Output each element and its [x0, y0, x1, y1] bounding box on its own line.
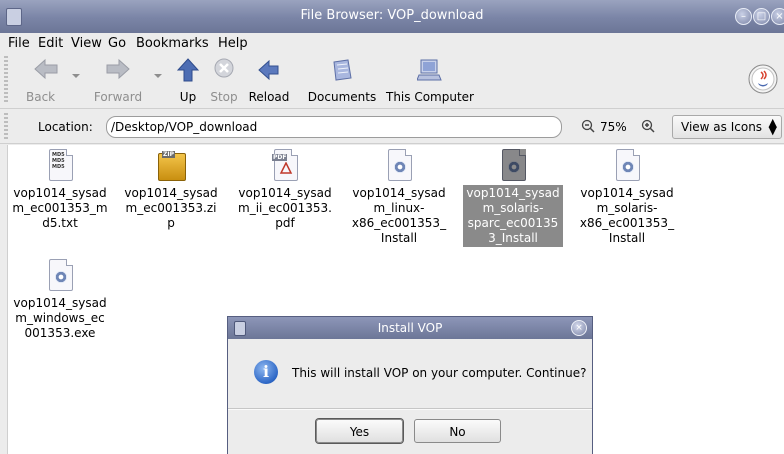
close-icon[interactable]: ×	[771, 8, 784, 25]
no-button[interactable]: No	[414, 419, 501, 443]
file-name: vop1014_sysad m_windows_ec 001353.exe	[13, 296, 107, 340]
stop-label: Stop	[210, 90, 238, 104]
menu-file[interactable]: File	[8, 36, 30, 51]
toolbar: Back Forward Up Stop Reload Documents Th…	[0, 52, 784, 109]
forward-arrow-icon	[106, 58, 130, 80]
documents-label: Documents	[307, 90, 377, 104]
pdf-file-icon: PDF	[270, 149, 300, 183]
window-titlebar[interactable]: File Browser: VOP_download – □ ×	[0, 0, 784, 33]
menu-bookmarks[interactable]: Bookmarks	[136, 36, 209, 51]
location-bar-grip[interactable]	[4, 113, 8, 139]
java-throbber-icon	[748, 64, 778, 94]
reload-label: Reload	[248, 90, 290, 104]
file-name: vop1014_sysad m_solaris- sparc_ec00135 3…	[463, 185, 563, 247]
text-file-icon: MD5 MD5 MD5	[45, 149, 75, 183]
back-history-dropdown-icon[interactable]	[72, 74, 80, 78]
reload-button[interactable]: Reload	[244, 52, 294, 108]
reload-icon	[258, 59, 279, 81]
file-item[interactable]: MD5 MD5 MD5 vop1014_sysad m_ec001353_m d5.…	[6, 145, 114, 232]
file-name: vop1014_sysad m_solaris- x86_ec001353_ I…	[579, 186, 675, 245]
computer-icon	[417, 59, 442, 81]
location-input[interactable]	[106, 116, 562, 138]
zip-archive-icon: ZIP	[156, 149, 186, 183]
updown-arrows-icon: ▲ ▼	[768, 116, 777, 137]
dialog-separator	[228, 408, 592, 410]
maximize-icon[interactable]: □	[753, 8, 770, 25]
location-bar: Location: 75% View as Icons ▲▼	[0, 109, 784, 144]
forward-history-dropdown-icon[interactable]	[154, 74, 162, 78]
forward-label: Forward	[93, 90, 143, 104]
file-name: vop1014_sysad m_linux- x86_ec001353_ Ins…	[351, 186, 447, 245]
file-name: vop1014_sysad m_ii_ec001353. pdf	[238, 186, 332, 230]
zoom-out-icon[interactable]	[581, 119, 595, 133]
menu-edit[interactable]: Edit	[38, 36, 63, 51]
dialog-message: This will install VOP on your computer. …	[292, 366, 587, 380]
view-mode-label: View as Icons	[681, 120, 763, 134]
stop-icon	[214, 58, 234, 78]
installer-file-icon	[384, 149, 414, 183]
file-item[interactable]: vop1014_sysad m_windows_ec 001353.exe	[6, 255, 114, 342]
file-item[interactable]: vop1014_sysad m_linux- x86_ec001353_ Ins…	[345, 145, 453, 247]
forward-button[interactable]: Forward	[86, 52, 150, 108]
file-browser-window: File Browser: VOP_download – □ × File Ed…	[0, 0, 784, 454]
file-item-selected[interactable]: vop1014_sysad m_solaris- sparc_ec00135 3…	[459, 145, 567, 247]
back-arrow-icon	[34, 58, 58, 80]
dialog-titlebar[interactable]: Install VOP ×	[228, 317, 592, 339]
zoom-in-icon[interactable]	[641, 119, 655, 133]
up-label: Up	[179, 90, 197, 104]
view-mode-select[interactable]: View as Icons ▲ ▼	[672, 115, 782, 139]
window-title: File Browser: VOP_download	[300, 8, 484, 23]
zoom-level[interactable]: 75%	[600, 120, 627, 134]
dialog-title: Install VOP	[377, 321, 443, 335]
installer-file-icon	[498, 149, 528, 183]
yes-button[interactable]: Yes	[316, 419, 403, 443]
menu-go[interactable]: Go	[108, 36, 126, 51]
location-label: Location:	[38, 120, 93, 134]
minimize-icon[interactable]: –	[735, 8, 752, 25]
menubar: File Edit View Go Bookmarks Help	[0, 33, 784, 52]
menu-view[interactable]: View	[71, 36, 102, 51]
dialog-close-icon[interactable]: ×	[571, 320, 587, 336]
up-arrow-icon	[177, 58, 199, 82]
file-item[interactable]: vop1014_sysad m_solaris- x86_ec001353_ I…	[573, 145, 681, 247]
back-button[interactable]: Back	[18, 52, 74, 108]
back-label: Back	[26, 90, 56, 104]
file-name: vop1014_sysad m_ec001353_m d5.txt	[12, 186, 108, 230]
file-name: vop1014_sysad m_ec001353.zi p	[124, 186, 218, 230]
file-item[interactable]: PDF vop1014_sysad m_ii_ec001353. pdf	[231, 145, 339, 232]
toolbar-grip[interactable]	[4, 56, 8, 104]
file-item[interactable]: ZIP vop1014_sysad m_ec001353.zi p	[117, 145, 225, 232]
up-button[interactable]: Up	[170, 52, 206, 108]
stop-button[interactable]: Stop	[206, 52, 242, 108]
this-computer-button[interactable]: This Computer	[382, 52, 478, 108]
installer-file-icon	[45, 259, 75, 293]
this-computer-label: This Computer	[386, 90, 474, 104]
install-dialog: Install VOP × i This will install VOP on…	[227, 316, 593, 454]
documents-button[interactable]: Documents	[302, 52, 382, 108]
menu-help[interactable]: Help	[218, 36, 248, 51]
info-icon: i	[254, 360, 278, 384]
installer-file-icon	[612, 149, 642, 183]
documents-folder-icon	[333, 59, 352, 81]
